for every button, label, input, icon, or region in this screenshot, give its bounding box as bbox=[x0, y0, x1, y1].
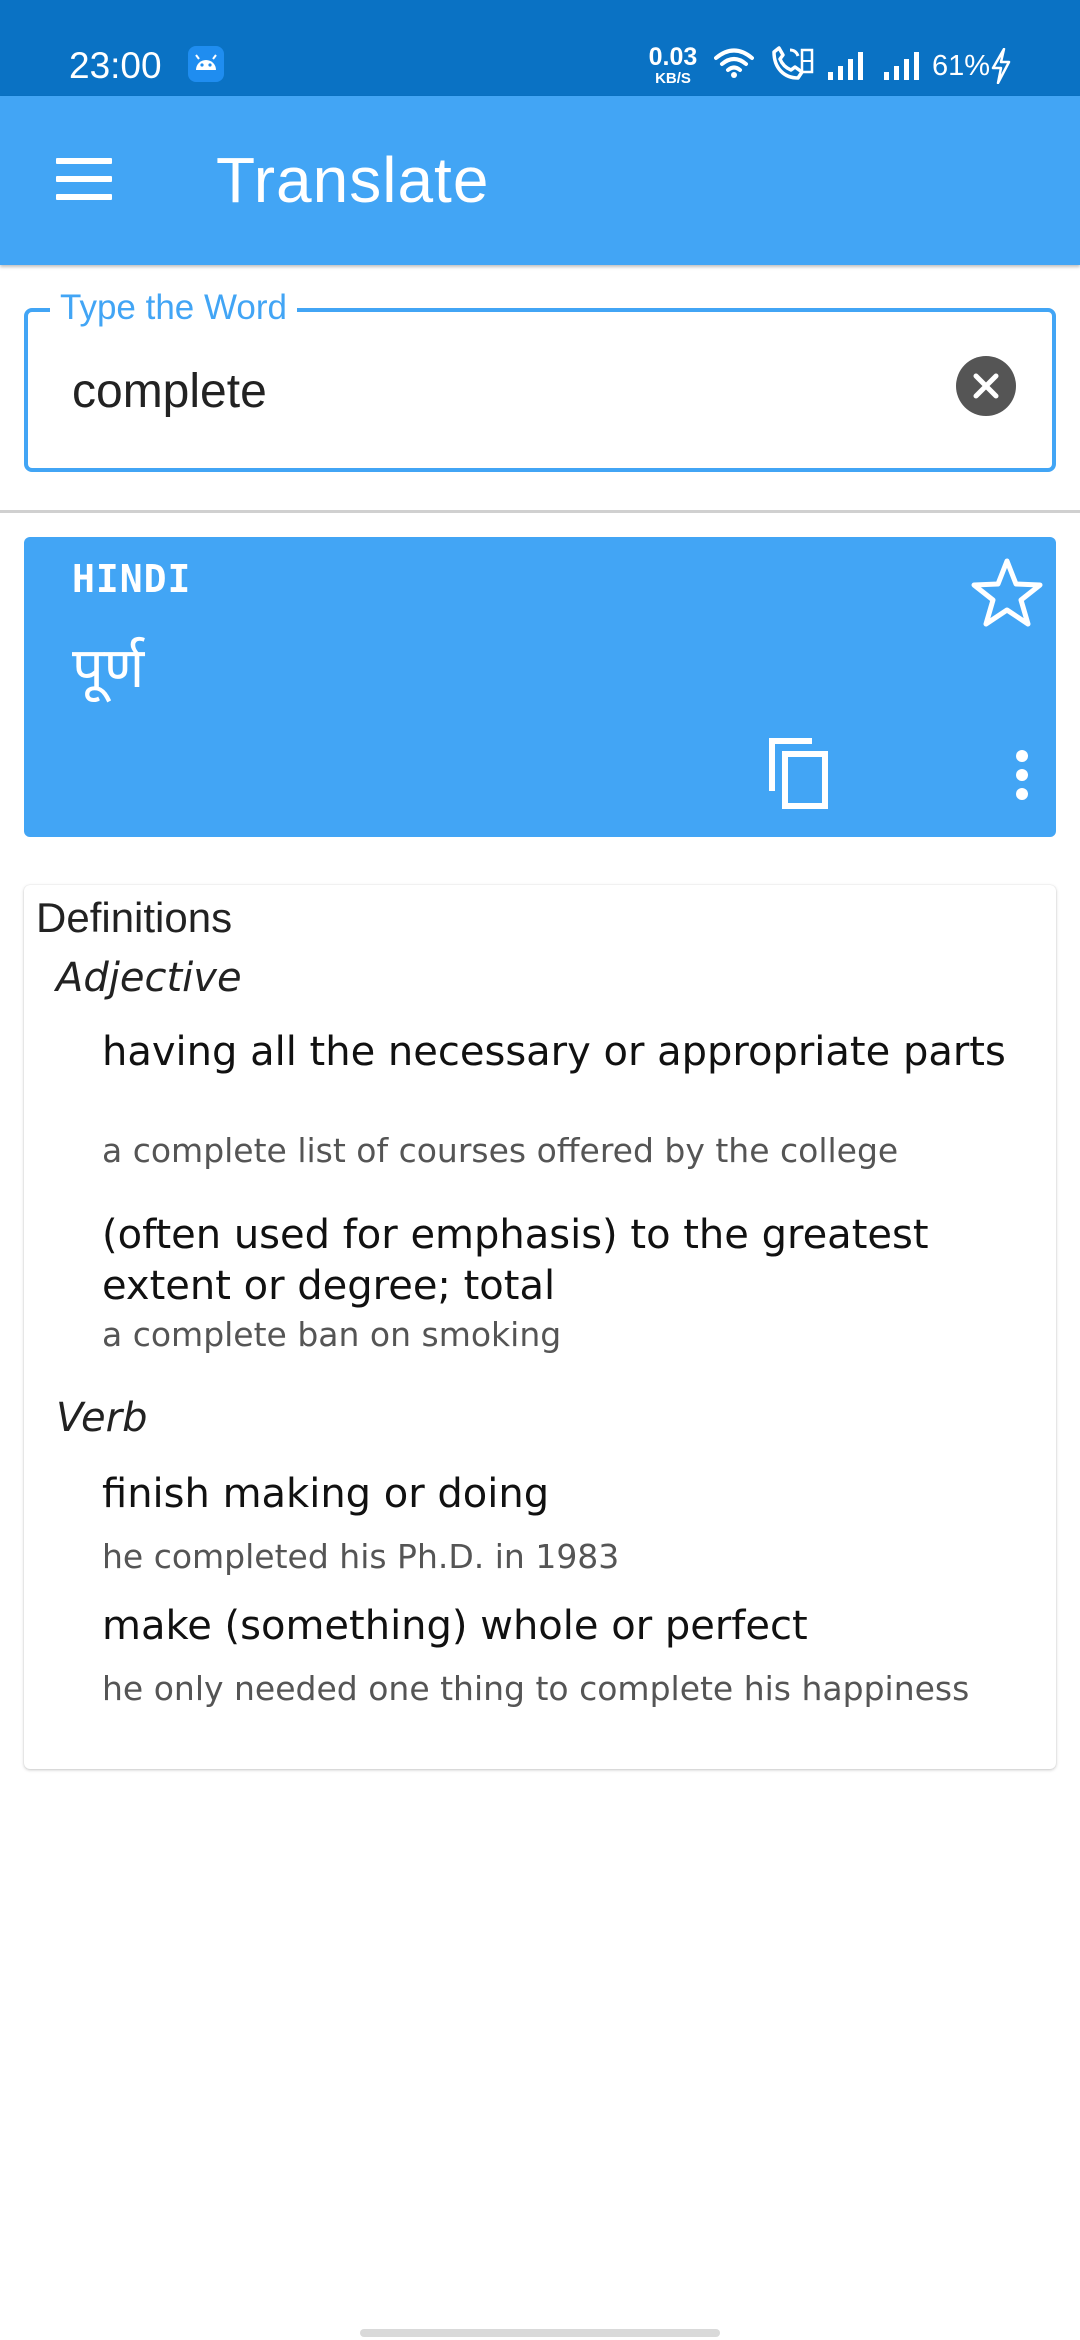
word-input-label: Type the Word bbox=[50, 288, 297, 328]
clear-circle-icon[interactable] bbox=[956, 356, 1016, 416]
home-indicator[interactable] bbox=[360, 2329, 720, 2337]
charging-icon bbox=[991, 48, 1011, 84]
definitions-heading: Definitions bbox=[36, 894, 233, 941]
target-language-label: HINDI bbox=[72, 557, 192, 601]
definition-text: having all the necessary or appropriate … bbox=[102, 1029, 1006, 1075]
network-speed-value: 0.03 bbox=[648, 43, 698, 71]
definition-text: (often used for emphasis) to the greates… bbox=[102, 1212, 929, 1309]
copy-icon[interactable] bbox=[768, 737, 832, 811]
battery-percentage: 61% bbox=[932, 50, 991, 82]
definition-text: finish making or doing bbox=[102, 1471, 550, 1517]
part-of-speech-label: Verb bbox=[56, 1395, 148, 1441]
translation-result: पूर्ण bbox=[72, 636, 145, 701]
definition-example: he only needed one thing to complete his… bbox=[102, 1669, 970, 1708]
status-time: 23:00 bbox=[69, 45, 162, 86]
status-bar: 23:00 0.03 KB/S 61% bbox=[0, 0, 1080, 96]
network-speed: 0.03 KB/S bbox=[645, 43, 701, 87]
definition-text: make (something) whole or perfect bbox=[102, 1603, 808, 1649]
definition-example: he completed his Ph.D. in 1983 bbox=[102, 1537, 620, 1576]
word-input[interactable] bbox=[72, 356, 932, 426]
definitions-card: Definitions Adjective having all the nec… bbox=[24, 885, 1056, 1769]
signal-icon bbox=[884, 52, 919, 80]
star-outline-icon[interactable] bbox=[970, 557, 1044, 629]
app-notification-icon bbox=[188, 46, 224, 82]
volte-call-icon bbox=[772, 46, 814, 80]
definition-example: a complete ban on smoking bbox=[102, 1315, 562, 1354]
translation-card: HINDI पूर्ण bbox=[24, 537, 1056, 837]
signal-icon bbox=[828, 52, 863, 80]
divider bbox=[0, 510, 1080, 513]
more-vert-icon[interactable] bbox=[1010, 749, 1034, 803]
wifi-icon bbox=[714, 48, 754, 78]
app-bar: Translate bbox=[0, 96, 1080, 265]
hamburger-menu-icon[interactable] bbox=[38, 136, 130, 228]
definition-example: a complete list of courses offered by th… bbox=[102, 1131, 899, 1170]
word-input-field: Type the Word bbox=[24, 288, 1056, 472]
page-title: Translate bbox=[216, 144, 490, 216]
part-of-speech-label: Adjective bbox=[56, 955, 242, 1001]
network-speed-unit: KB/S bbox=[655, 70, 691, 87]
